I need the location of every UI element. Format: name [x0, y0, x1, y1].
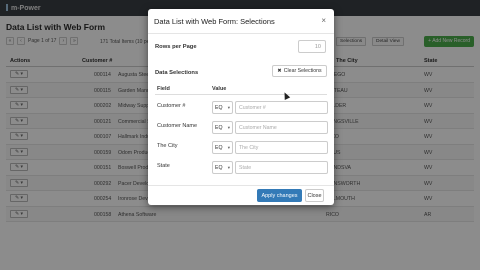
selection-field-label: Customer Name [157, 123, 198, 129]
clear-selections-button[interactable]: ✖ Clear Selections [272, 65, 327, 77]
chevron-down-icon: ▾ [227, 105, 230, 110]
clear-icon: ✖ [277, 68, 282, 74]
operator-value: EQ [215, 165, 223, 171]
selection-row: The City EQ ▾ The City [155, 139, 328, 159]
close-icon[interactable]: × [321, 16, 326, 25]
rows-per-page-label: Rows per Page [155, 44, 197, 50]
selection-value-input[interactable]: Customer # [235, 101, 328, 114]
value-column-header: Value [212, 86, 227, 92]
chevron-down-icon: ▾ [227, 125, 230, 130]
selection-value-input[interactable]: State [235, 161, 328, 174]
selection-value-input[interactable]: The City [235, 141, 328, 154]
operator-select[interactable]: EQ ▾ [212, 101, 233, 114]
modal-title: Data List with Web Form: Selections [154, 17, 275, 26]
operator-value: EQ [215, 125, 223, 131]
operator-select[interactable]: EQ ▾ [212, 121, 233, 134]
data-selections-label: Data Selections [155, 70, 199, 76]
selection-value-input[interactable]: Customer Name [235, 121, 328, 134]
selection-field-label: The City [157, 143, 178, 149]
selection-field-label: State [157, 163, 170, 169]
modal-header: Data List with Web Form: Selections × [148, 9, 334, 34]
selections-table-header: Field Value [155, 86, 327, 95]
field-column-header: Field [157, 86, 170, 92]
operator-value: EQ [215, 145, 223, 151]
selection-field-label: Customer # [157, 103, 186, 109]
chevron-down-icon: ▾ [227, 165, 230, 170]
close-button[interactable]: Close [305, 189, 324, 202]
rows-per-page-input[interactable]: 10 [298, 40, 326, 53]
selections-modal: Data List with Web Form: Selections × Ro… [148, 9, 334, 205]
modal-footer: Apply changes Close [148, 185, 334, 205]
operator-value: EQ [215, 105, 223, 111]
selection-row: Customer Name EQ ▾ Customer Name [155, 119, 328, 139]
operator-select[interactable]: EQ ▾ [212, 141, 233, 154]
selection-row: State EQ ▾ State [155, 159, 328, 179]
selection-row: Customer # EQ ▾ Customer # [155, 99, 328, 119]
apply-changes-button[interactable]: Apply changes [257, 189, 302, 202]
clear-selections-label: Clear Selections [283, 68, 322, 74]
operator-select[interactable]: EQ ▾ [212, 161, 233, 174]
chevron-down-icon: ▾ [227, 145, 230, 150]
